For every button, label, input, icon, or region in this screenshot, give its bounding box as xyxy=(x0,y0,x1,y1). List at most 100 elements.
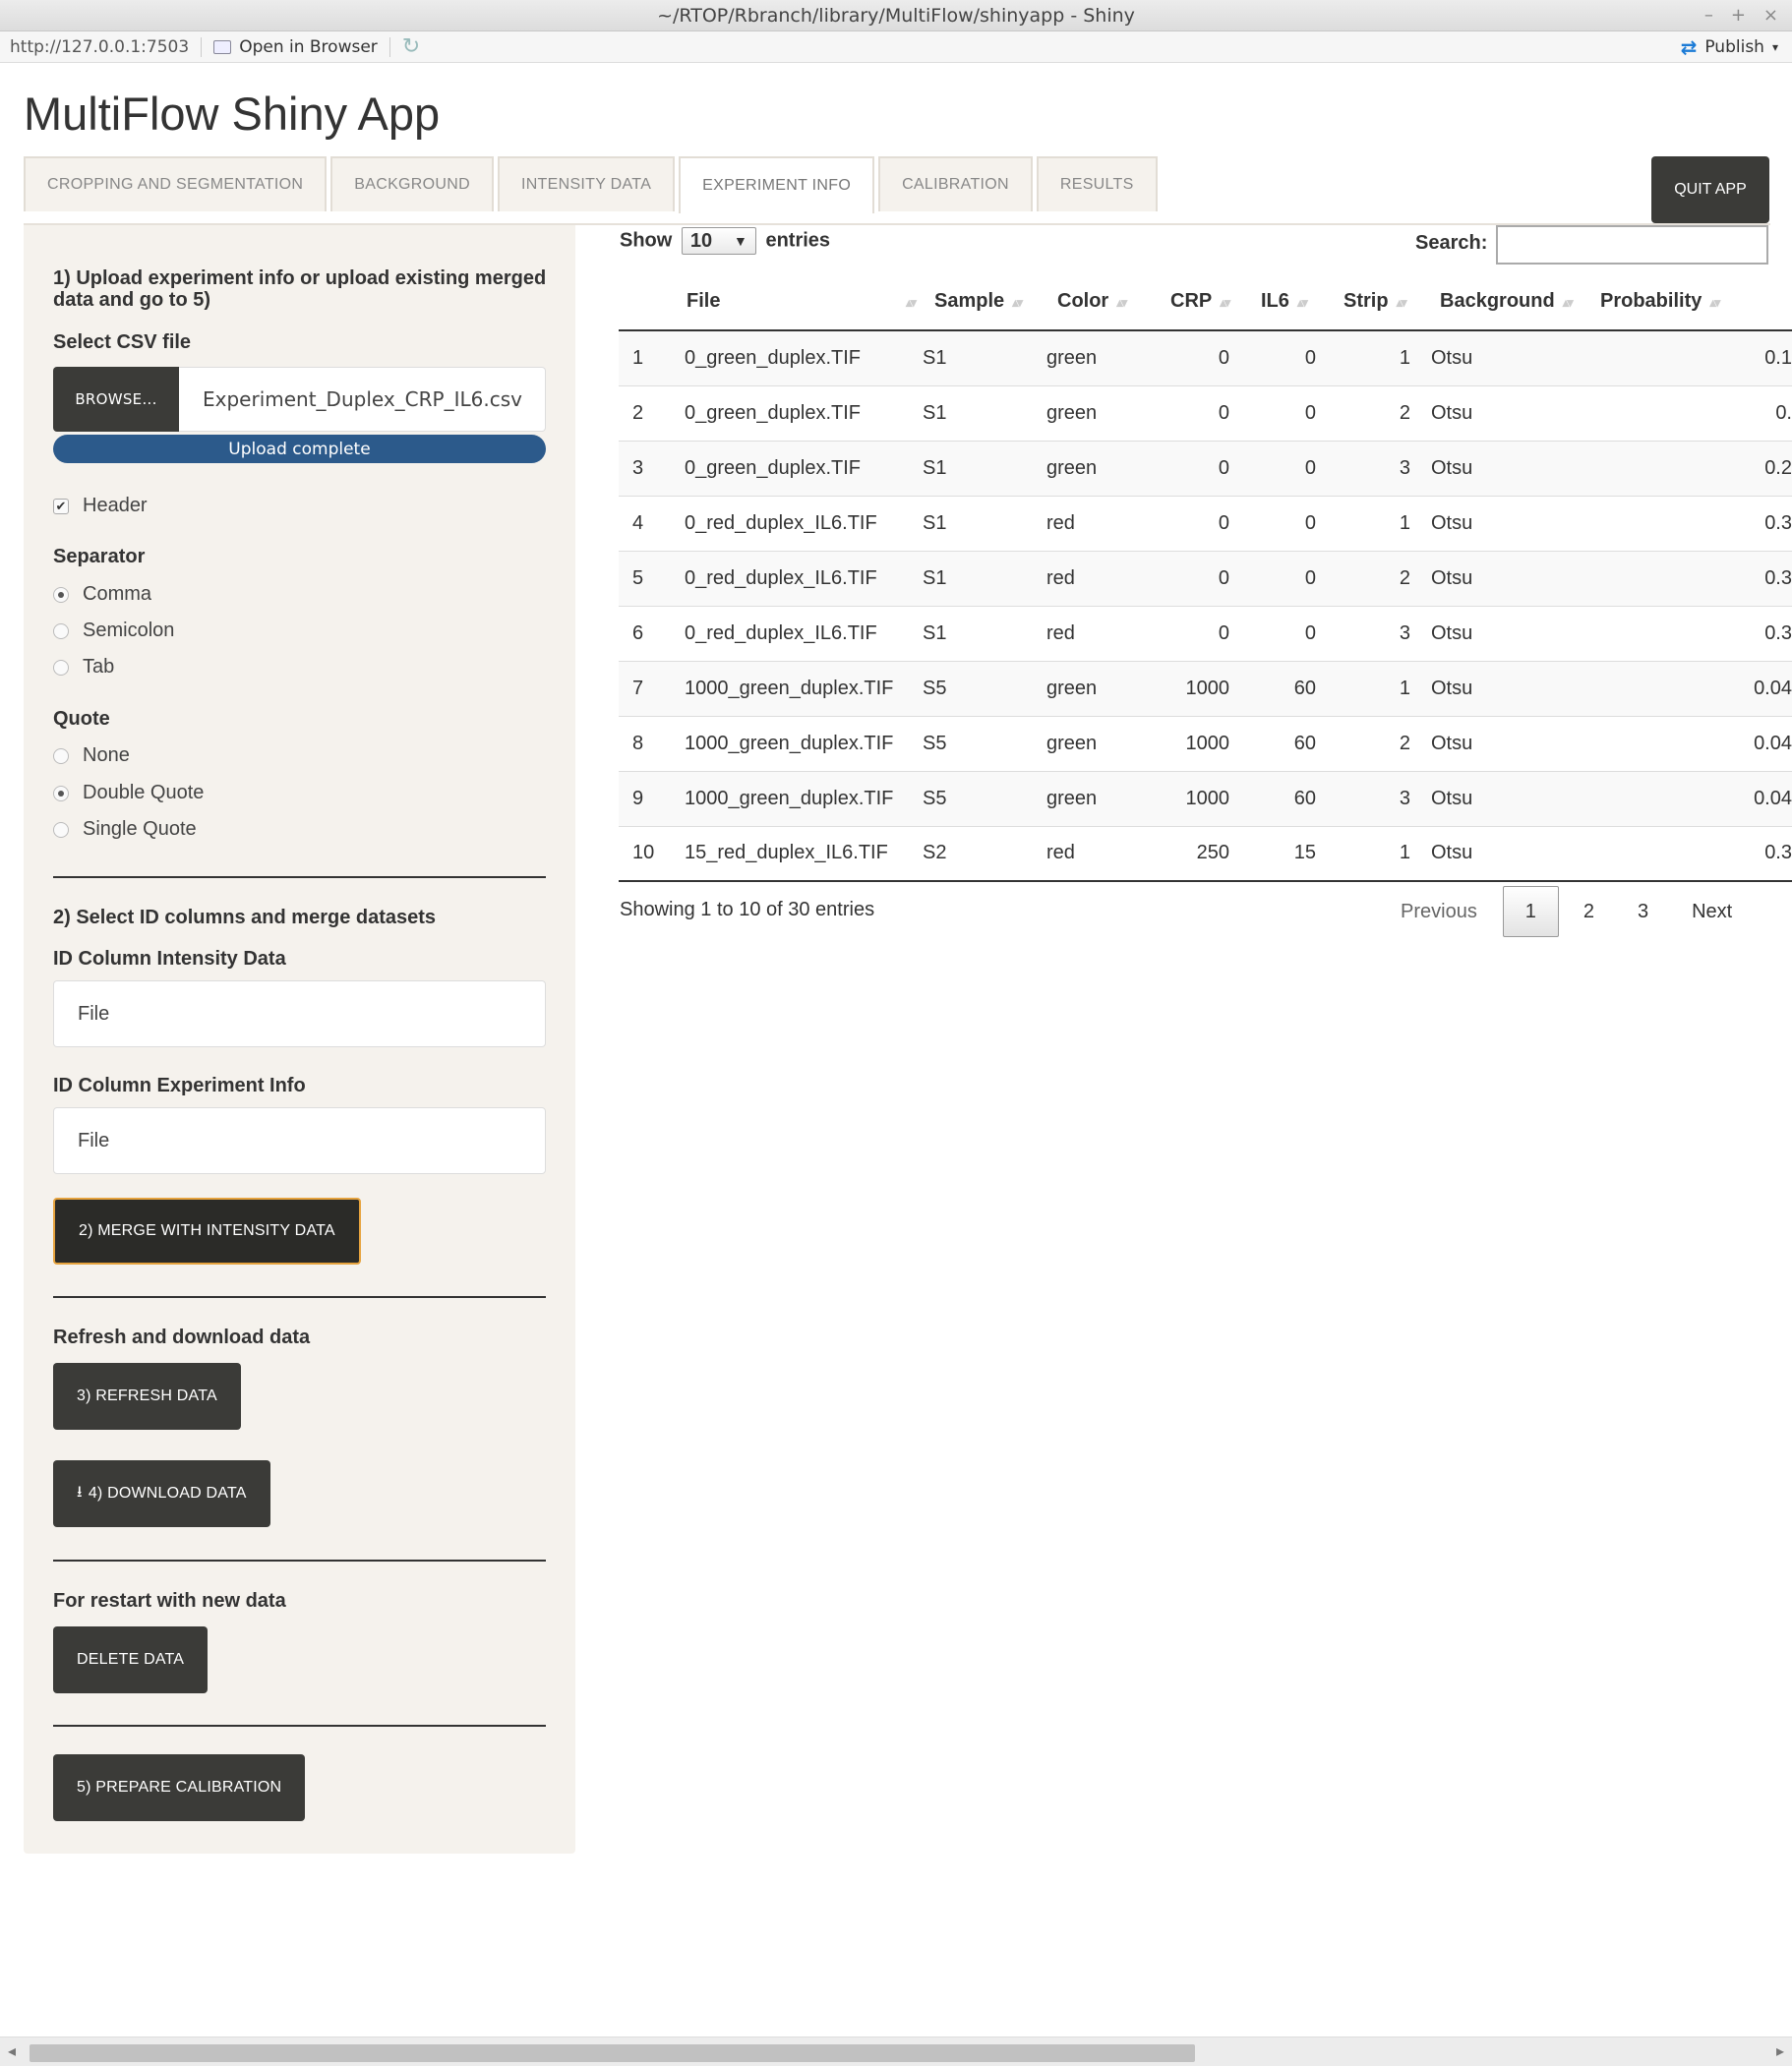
cell-probability: 0.1 xyxy=(1594,330,1792,386)
scroll-left-icon[interactable]: ◂ xyxy=(8,2041,16,2060)
page-length-select[interactable]: 10 ▼ xyxy=(681,227,756,255)
merge-button[interactable]: 2) MERGE WITH INTENSITY DATA xyxy=(53,1198,361,1265)
previous-page-button[interactable]: Previous xyxy=(1401,901,1477,923)
cell-strip: 1 xyxy=(1330,330,1428,386)
cell-il6: 0 xyxy=(1247,551,1330,607)
table-row[interactable]: 7 1000_green_duplex.TIF S5 green 1000 60 1 Otsu… xyxy=(619,661,1792,717)
tab-intensity-data[interactable]: INTENSITY DATA xyxy=(497,156,676,211)
browse-button[interactable]: BROWSE... xyxy=(53,367,179,432)
id-experiment-select[interactable]: File xyxy=(53,1107,546,1174)
cell-il6: 0 xyxy=(1247,606,1330,662)
cell-strip: 1 xyxy=(1330,496,1428,552)
page-button-3[interactable]: 3 xyxy=(1638,901,1648,923)
cell-index: 1 xyxy=(619,330,673,386)
cell-index: 5 xyxy=(619,551,673,607)
refresh-heading: Refresh and download data xyxy=(53,1327,311,1348)
column-header-index xyxy=(619,273,673,331)
tab-results[interactable]: RESULTS xyxy=(1036,156,1158,211)
table-row[interactable]: 8 1000_green_duplex.TIF S5 green 1000 60 2 Otsu… xyxy=(619,716,1792,772)
cell-background: Otsu xyxy=(1428,606,1594,662)
next-page-button[interactable]: Next xyxy=(1692,901,1732,923)
tab-cropping-and-segmentation[interactable]: CROPPING AND SEGMENTATION xyxy=(24,156,328,211)
publish-button[interactable]: ⇄ Publish ▾ xyxy=(1681,31,1778,63)
cell-crp: 1000 xyxy=(1151,716,1247,772)
column-header-probability[interactable]: Probability ▴▾ xyxy=(1594,273,1792,331)
refresh-icon[interactable]: ↻ xyxy=(402,34,420,59)
tab-experiment-info[interactable]: EXPERIMENT INFO xyxy=(679,156,875,213)
id-experiment-label: ID Column Experiment Info xyxy=(53,1075,306,1096)
cell-probability: 0.3 xyxy=(1594,496,1792,552)
table-row[interactable]: 2 0_green_duplex.TIF S1 green 0 0 2 Otsu 0. xyxy=(619,385,1792,442)
quote-radio-none[interactable]: None xyxy=(53,744,130,767)
horizontal-scrollbar[interactable]: ◂ ▸ xyxy=(0,2036,1792,2066)
file-name-field[interactable]: Experiment_Duplex_CRP_IL6.csv xyxy=(179,367,546,432)
cell-crp: 0 xyxy=(1151,330,1247,386)
cell-file: 0_green_duplex.TIF xyxy=(673,385,923,442)
column-header-il6[interactable]: IL6 ▴▾ xyxy=(1247,273,1330,331)
separator-radio-comma[interactable]: Comma xyxy=(53,583,151,606)
column-header-color[interactable]: Color ▴▾ xyxy=(1045,273,1151,331)
cell-probability: 0. xyxy=(1594,385,1792,442)
radio-label: Tab xyxy=(83,656,115,678)
scrollbar-thumb[interactable] xyxy=(30,2044,1195,2062)
quote-radio-single[interactable]: Single Quote xyxy=(53,818,197,841)
separator-radio-tab[interactable]: Tab xyxy=(53,656,114,679)
minimize-icon[interactable]: – xyxy=(1704,0,1713,31)
table-row[interactable]: 10 15_red_duplex_IL6.TIF S2 red 250 15 1 Otsu 0.… xyxy=(619,826,1792,882)
sort-icon: ▴▾ xyxy=(1396,295,1407,310)
column-header-background[interactable]: Background ▴▾ xyxy=(1428,273,1594,331)
entries-label: entries xyxy=(765,229,831,252)
page-button-2[interactable]: 2 xyxy=(1583,901,1594,923)
radio-icon xyxy=(53,747,69,764)
table-row[interactable]: 4 0_red_duplex_IL6.TIF S1 red 0 0 1 Otsu 0.3 xyxy=(619,496,1792,552)
separator-radio-semicolon[interactable]: Semicolon xyxy=(53,620,174,642)
refresh-data-button[interactable]: 3) REFRESH DATA xyxy=(53,1363,241,1430)
quote-radio-double[interactable]: Double Quote xyxy=(53,782,204,804)
open-in-browser-button[interactable]: Open in Browser xyxy=(213,37,378,57)
page-button-1[interactable]: 1 xyxy=(1502,886,1559,937)
maximize-icon[interactable]: + xyxy=(1731,0,1746,31)
table-row[interactable]: 1 0_green_duplex.TIF S1 green 0 0 1 Otsu 0.1 xyxy=(619,330,1792,386)
cell-file: 0_red_duplex_IL6.TIF xyxy=(673,606,923,662)
delete-data-button[interactable]: DELETE DATA xyxy=(53,1626,209,1693)
cell-il6: 0 xyxy=(1247,496,1330,552)
radio-selected-icon xyxy=(53,785,69,801)
cell-background: Otsu xyxy=(1428,716,1594,772)
column-header-strip[interactable]: Strip ▴▾ xyxy=(1330,273,1428,331)
sort-icon: ▴▾ xyxy=(905,295,917,310)
merge-heading: 2) Select ID columns and merge datasets xyxy=(53,907,437,928)
id-intensity-select[interactable]: File xyxy=(53,980,546,1047)
search-input[interactable] xyxy=(1496,225,1768,265)
cell-crp: 250 xyxy=(1151,826,1247,882)
tab-calibration[interactable]: CALIBRATION xyxy=(878,156,1033,211)
cell-color: green xyxy=(1045,441,1151,497)
header-checkbox[interactable]: ✔ Header xyxy=(53,495,148,517)
radio-label: Single Quote xyxy=(83,818,197,840)
publish-label: Publish xyxy=(1704,37,1764,57)
close-icon[interactable]: × xyxy=(1763,0,1778,31)
table-row[interactable]: 9 1000_green_duplex.TIF S5 green 1000 60 3 Otsu… xyxy=(619,771,1792,827)
table-row[interactable]: 3 0_green_duplex.TIF S1 green 0 0 3 Otsu 0.2 xyxy=(619,441,1792,497)
window-title: ~/RTOP/Rbranch/library/MultiFlow/shinyap… xyxy=(657,5,1135,27)
tab-background[interactable]: BACKGROUND xyxy=(330,156,494,211)
column-header-file[interactable]: File ▴▾ xyxy=(673,273,923,331)
radio-icon xyxy=(53,622,69,639)
cell-strip: 1 xyxy=(1330,661,1428,717)
quote-label: Quote xyxy=(53,708,110,730)
cell-crp: 0 xyxy=(1151,551,1247,607)
column-header-sample[interactable]: Sample ▴▾ xyxy=(923,273,1045,331)
cell-il6: 60 xyxy=(1247,716,1330,772)
cell-index: 4 xyxy=(619,496,673,552)
sidebar-panel: 1) Upload experiment info or upload exis… xyxy=(24,225,575,1854)
column-header-crp[interactable]: CRP ▴▾ xyxy=(1151,273,1247,331)
quit-app-button[interactable]: QUIT APP xyxy=(1651,156,1769,223)
radio-icon xyxy=(53,821,69,838)
download-data-button[interactable]: ⭳ 4) DOWNLOAD DATA xyxy=(53,1460,270,1527)
cell-file: 1000_green_duplex.TIF xyxy=(673,716,923,772)
scroll-right-icon[interactable]: ▸ xyxy=(1776,2041,1784,2060)
download-icon: ⭳ xyxy=(77,1483,83,1501)
cell-il6: 0 xyxy=(1247,330,1330,386)
table-row[interactable]: 5 0_red_duplex_IL6.TIF S1 red 0 0 2 Otsu 0.3 xyxy=(619,551,1792,607)
table-row[interactable]: 6 0_red_duplex_IL6.TIF S1 red 0 0 3 Otsu 0.3 xyxy=(619,606,1792,662)
prepare-calibration-button[interactable]: 5) PREPARE CALIBRATION xyxy=(53,1754,306,1821)
